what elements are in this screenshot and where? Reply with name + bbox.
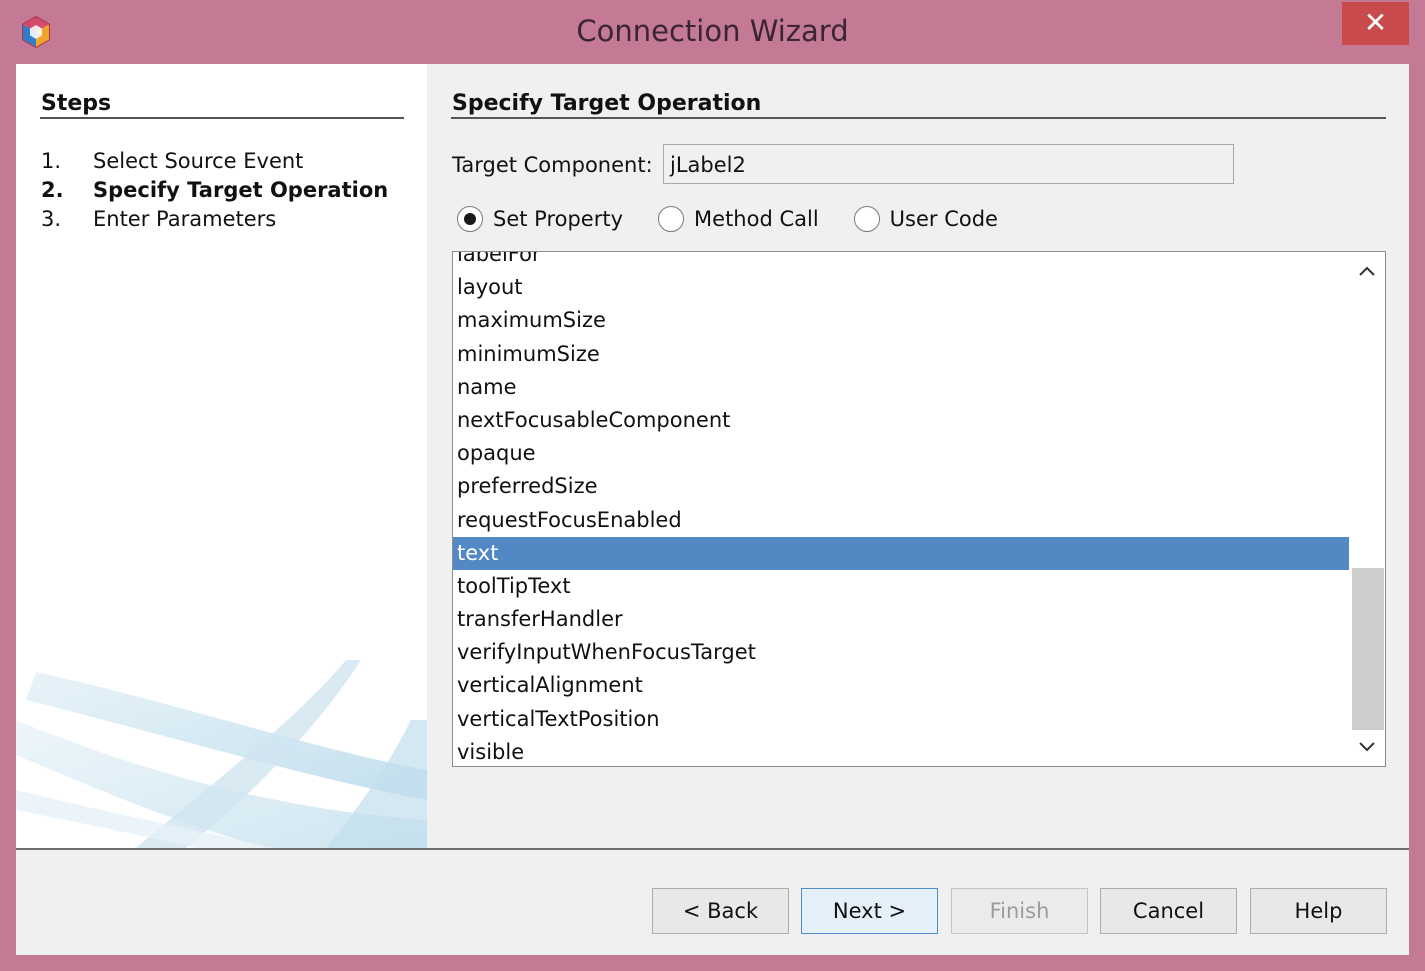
list-item[interactable]: opaque [453, 437, 1349, 470]
title-divider [451, 117, 1386, 119]
radio-button[interactable] [853, 206, 880, 232]
list-item[interactable]: verifyInputWhenFocusTarget [453, 636, 1349, 669]
list-item[interactable]: text [453, 536, 1349, 570]
target-component-label: Target Component: [452, 153, 653, 177]
title-bar: Connection Wizard ✕ [0, 0, 1425, 64]
dialog-body: Steps 1. Select Source Event 2. Specify Tar… [16, 64, 1409, 955]
radio-option[interactable]: Set Property [457, 206, 623, 232]
list-item[interactable]: maximumSize [453, 304, 1349, 337]
next-button[interactable]: Next > [801, 888, 938, 934]
step-item: 3. Enter Parameters [41, 204, 388, 233]
list-item[interactable]: preferredSize [453, 470, 1349, 503]
step-label: Specify Target Operation [93, 177, 389, 202]
page-title: Specify Target Operation [452, 91, 762, 116]
list-item[interactable]: nextFocusableComponent [453, 404, 1349, 437]
step-number: 3. [41, 206, 62, 231]
step-number: 2. [41, 177, 64, 202]
back-button[interactable]: < Back [652, 888, 789, 934]
radio-button[interactable] [658, 206, 685, 232]
property-list[interactable]: labelFor layout maximumSize minimumSize name… [452, 251, 1386, 767]
cancel-button[interactable]: Cancel [1100, 888, 1237, 934]
list-item[interactable]: minimumSize [453, 338, 1349, 371]
vertical-scrollbar[interactable] [1349, 252, 1385, 766]
step-number: 1. [41, 148, 62, 173]
list-item[interactable]: visible [453, 736, 1349, 766]
list-item[interactable]: labelFor [453, 252, 1349, 271]
radio-label: User Code [889, 207, 998, 231]
finish-button[interactable]: Finish [951, 888, 1088, 934]
list-item[interactable]: layout [453, 271, 1349, 304]
close-button[interactable]: ✕ [1342, 2, 1409, 45]
list-item[interactable]: requestFocusEnabled [453, 504, 1349, 537]
radio-option[interactable]: User Code [853, 206, 998, 232]
step-label: Select Source Event [93, 148, 304, 173]
list-item[interactable]: verticalTextPosition [453, 703, 1349, 736]
steps-divider [40, 117, 404, 119]
steps-list: 1. Select Source Event 2. Specify Target Op… [41, 146, 388, 233]
list-item[interactable]: toolTipText [453, 570, 1349, 603]
list-item[interactable]: transferHandler [453, 603, 1349, 636]
chevron-down-icon[interactable] [1349, 730, 1385, 766]
radio-button[interactable] [457, 206, 483, 232]
chevron-up-icon[interactable] [1349, 254, 1385, 290]
radio-option[interactable]: Method Call [658, 206, 819, 232]
steps-heading: Steps [41, 91, 112, 116]
step-item: 1. Select Source Event [41, 146, 388, 175]
radio-label: Method Call [694, 207, 819, 231]
window-title: Connection Wizard [576, 14, 849, 48]
operation-type-radio-group: Set Property Method Call User Code [457, 206, 1033, 232]
list-item[interactable]: name [453, 371, 1349, 404]
radio-label: Set Property [493, 207, 624, 231]
step-label: Enter Parameters [93, 206, 277, 231]
property-list-items: labelFor layout maximumSize minimumSize name… [453, 252, 1349, 766]
steps-panel: Steps 1. Select Source Event 2. Specify Tar… [16, 64, 427, 848]
decorative-swoosh-graphic [16, 660, 427, 848]
footer-divider [16, 848, 1409, 850]
step-item: 2. Specify Target Operation [41, 175, 388, 204]
help-button[interactable]: Help [1250, 888, 1387, 934]
list-item[interactable]: verticalAlignment [453, 669, 1349, 702]
target-component-field[interactable]: jLabel2 [663, 144, 1234, 184]
scrollbar-thumb[interactable] [1352, 568, 1384, 730]
